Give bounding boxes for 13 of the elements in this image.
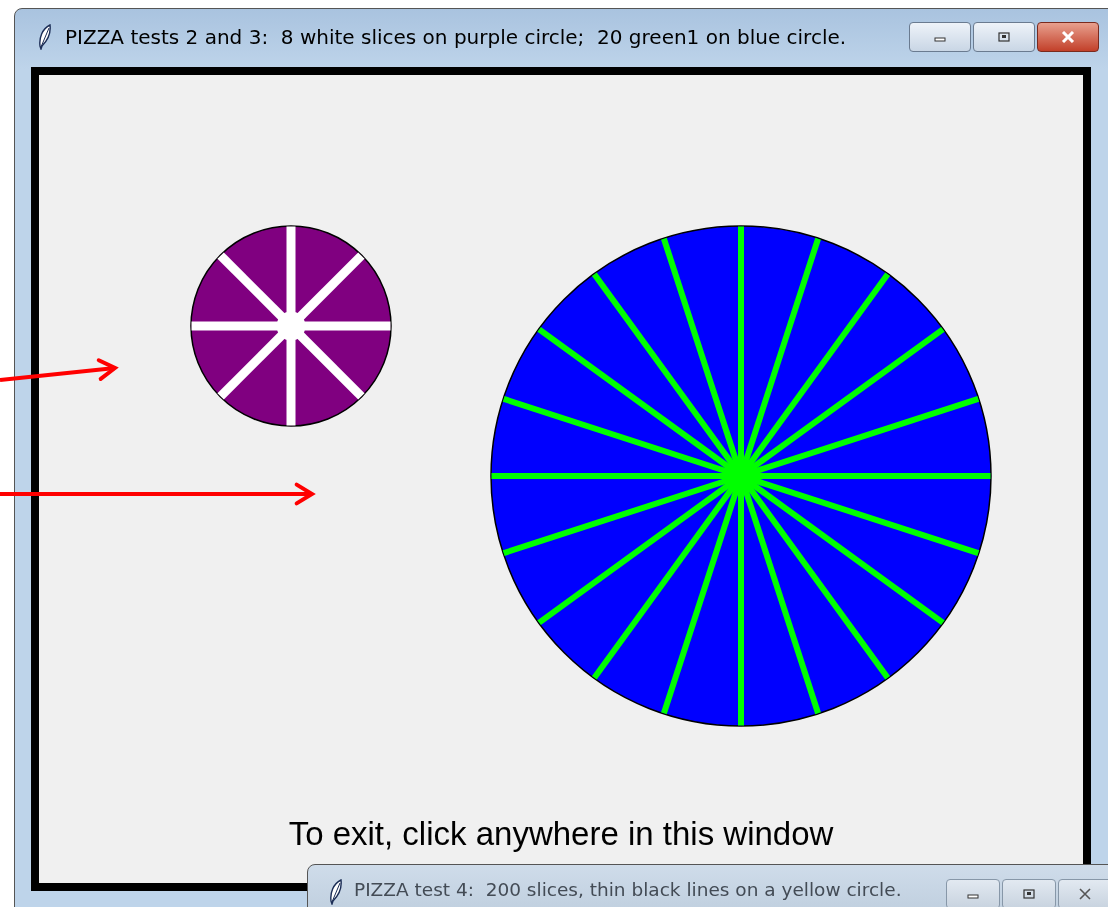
minimize-button[interactable]	[946, 879, 1000, 907]
feather-icon	[328, 879, 344, 905]
maximize-icon	[996, 31, 1012, 43]
close-icon	[1060, 31, 1076, 43]
close-button[interactable]	[1037, 22, 1099, 52]
maximize-button[interactable]	[1002, 879, 1056, 907]
close-icon	[1077, 888, 1093, 900]
maximize-icon	[1021, 888, 1037, 900]
window-title: PIZZA tests 2 and 3: 8 white slices on purple circle; 20 green1 on blue circle.	[65, 25, 847, 49]
minimize-button[interactable]	[909, 22, 971, 52]
instruction-text: To exit, click anywhere in this window	[288, 815, 834, 853]
feather-icon	[37, 24, 53, 50]
maximize-button[interactable]	[973, 22, 1035, 52]
